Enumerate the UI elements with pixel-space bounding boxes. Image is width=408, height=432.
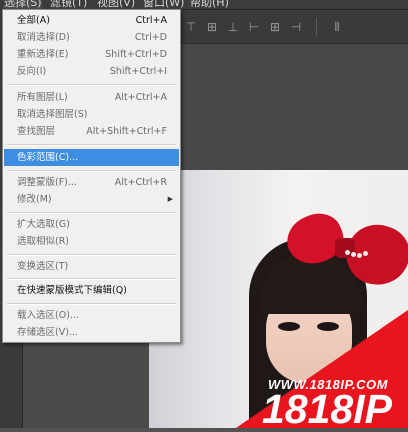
menu-separator [7, 84, 176, 86]
menu-help[interactable]: 帮助(H) [190, 0, 229, 9]
select-menu-dropdown: 全部(A) Ctrl+A 取消选择(D) Ctrl+D 重新选择(E) Shift+C… [2, 9, 181, 343]
align-buttons: ⊤ ⊞ ⊥ ⊢ ⊞ ⊣ ⦀ [182, 18, 346, 36]
align-hcenter-icon[interactable]: ⊞ [266, 18, 284, 36]
menu-item-quick-mask[interactable]: 在快速蒙版模式下编辑(Q) [4, 282, 179, 299]
menu-item-load-selection[interactable]: 载入选区(O)... [4, 307, 179, 324]
menu-item-all[interactable]: 全部(A) Ctrl+A [4, 12, 179, 29]
menu-item-grow[interactable]: 扩大选取(G) [4, 216, 179, 233]
align-bottom-icon[interactable]: ⊥ [224, 18, 242, 36]
menu-separator [7, 144, 176, 146]
menu-item-save-selection[interactable]: 存储选区(V)... [4, 324, 179, 341]
menu-item-color-range[interactable]: 色彩范围(C)... [4, 149, 179, 166]
menu-item-transform-selection[interactable]: 变换选区(T) [4, 258, 179, 275]
menu-item-inverse[interactable]: 反向(I) Shift+Ctrl+I [4, 63, 179, 80]
menu-item-deselect[interactable]: 取消选择(D) Ctrl+D [4, 29, 179, 46]
menu-item-reselect[interactable]: 重新选择(E) Shift+Ctrl+D [4, 46, 179, 63]
menu-item-refine-mask[interactable]: 调整蒙版(F)... Alt+Ctrl+R [4, 174, 179, 191]
menu-item-similar[interactable]: 选取相似(R) [4, 233, 179, 250]
menu-item-modify[interactable]: 修改(M) ▶ [4, 191, 179, 208]
menu-item-all-layers[interactable]: 所有图层(L) Alt+Ctrl+A [4, 89, 179, 106]
align-top-icon[interactable]: ⊤ [182, 18, 200, 36]
align-vcenter-icon[interactable]: ⊞ [203, 18, 221, 36]
menu-item-find-layers[interactable]: 查找图层 Alt+Shift+Ctrl+F [4, 123, 179, 140]
toolbar-divider [316, 18, 317, 36]
menu-separator [7, 303, 176, 305]
menu-separator [7, 212, 176, 214]
photo-pearls [343, 242, 373, 258]
photo-eye-right [317, 322, 339, 331]
photo-eye-left [278, 322, 300, 331]
watermark-logo: 1818IP [262, 386, 392, 432]
align-right-icon[interactable]: ⊣ [287, 18, 305, 36]
distribute-icon[interactable]: ⦀ [328, 18, 346, 36]
canvas-background [157, 44, 408, 170]
submenu-arrow-icon: ▶ [167, 195, 173, 203]
menu-separator [7, 254, 176, 256]
menu-separator [7, 278, 176, 280]
align-left-icon[interactable]: ⊢ [245, 18, 263, 36]
menu-item-deselect-layers[interactable]: 取消选择图层(S) [4, 106, 179, 123]
menu-separator [7, 170, 176, 172]
